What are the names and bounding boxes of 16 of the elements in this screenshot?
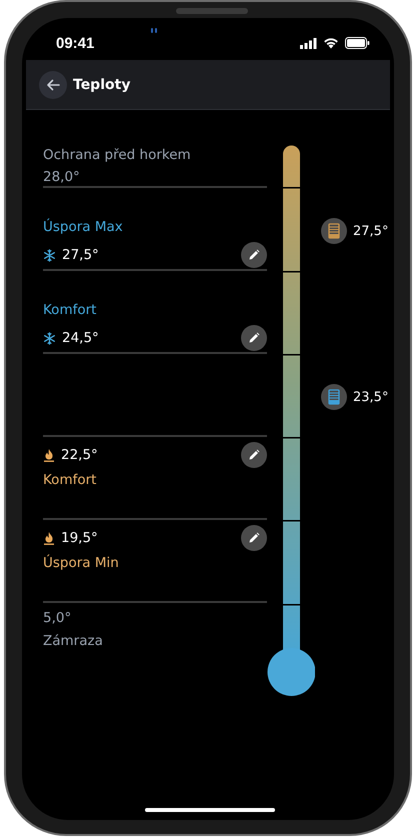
current-temperature: 27,5° xyxy=(353,224,388,238)
current-temperature: 23,5° xyxy=(353,390,388,404)
temperature-value: 19,5° xyxy=(61,529,98,548)
setpoint-label: Úspora Min xyxy=(43,554,120,573)
status-time: 09:41 xyxy=(56,34,94,52)
setpoint-label: Komfort xyxy=(43,471,98,490)
setpoint-label: Úspora Max xyxy=(43,218,124,237)
setpoint-label: Ochrana před horkem xyxy=(43,146,192,165)
temperature-value: 28,0° xyxy=(43,168,80,187)
temperature-value: 22,5° xyxy=(61,446,98,465)
temperature-value: 24,5° xyxy=(62,329,99,348)
temperature-value: 27,5° xyxy=(62,246,99,265)
page-title: Teploty xyxy=(73,76,130,92)
setpoint-label: Komfort xyxy=(43,301,98,320)
temperature-value: 5,0° xyxy=(43,609,72,628)
setpoint-label: Zámraza xyxy=(43,632,104,651)
